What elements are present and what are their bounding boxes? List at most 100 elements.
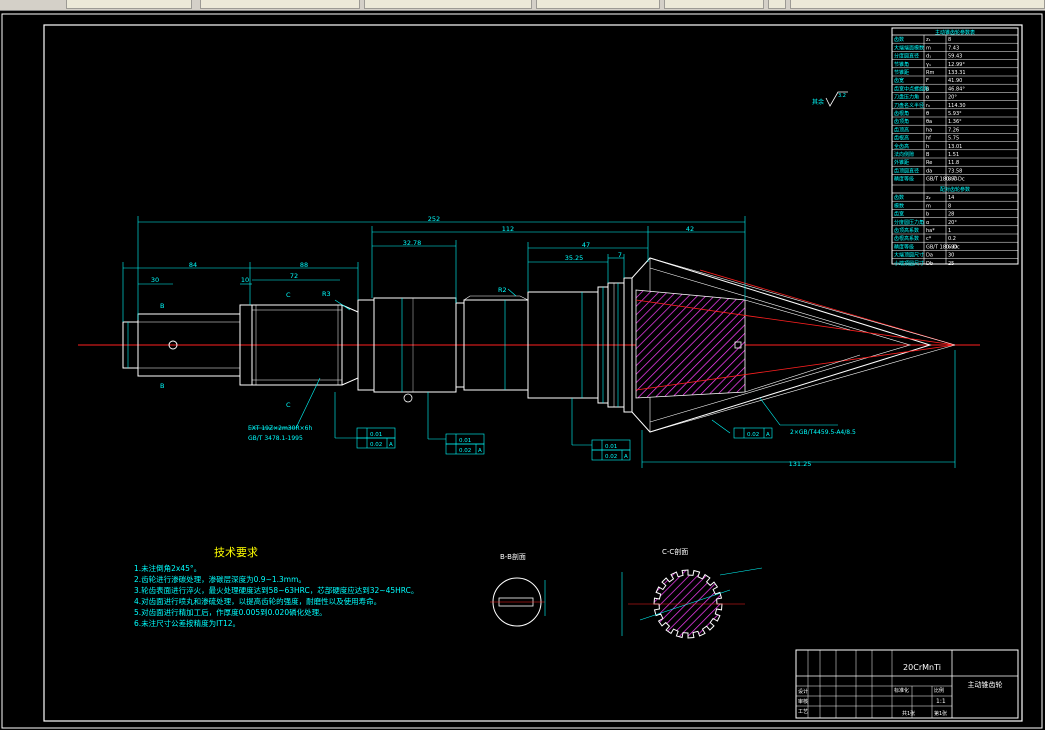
gear-tooth-section <box>635 289 746 399</box>
param1-cell: 12.99° <box>948 62 965 68</box>
svg-text:2.齿轮进行渗碳处理，渗碳层深度为0.9~1.3mm。: 2.齿轮进行渗碳处理，渗碳层深度为0.9~1.3mm。 <box>134 574 306 584</box>
svg-text:0.01: 0.01 <box>370 432 382 438</box>
svg-text:其余: 其余 <box>812 98 824 106</box>
svg-text:5.对齿面进行精加工后，作厚度0.005到0.020磷化处理: 5.对齿面进行精加工后，作厚度0.005到0.020磷化处理。 <box>134 607 327 617</box>
param2-cell: 6-Dc <box>948 244 960 250</box>
param1-cell: 46.84° <box>948 86 965 92</box>
svg-text:R2: R2 <box>498 286 507 294</box>
svg-text:1.未注倒角2x45°。: 1.未注倒角2x45°。 <box>134 563 201 573</box>
param2-cell: 0.2 <box>948 236 956 242</box>
material-label: 20CrMnTi <box>903 663 941 672</box>
drawing-canvas[interactable]: 主动锥齿轮参数表 配对齿轮参数 齿数 z₁ 8 大端端面模数 m 7.43 分度圆直径 d₁ 5… <box>0 11 1045 730</box>
toolbar <box>0 0 1045 11</box>
svg-text:A: A <box>766 432 770 438</box>
svg-text:A: A <box>624 454 628 460</box>
svg-text:第1张: 第1张 <box>934 710 947 717</box>
svg-text:72: 72 <box>290 272 298 280</box>
param1-cell: 7.43 <box>948 45 959 51</box>
svg-text:标准化: 标准化 <box>894 687 909 694</box>
svg-text:252: 252 <box>428 215 440 223</box>
svg-text:审核: 审核 <box>798 698 808 705</box>
section-cc: C-C剖面 <box>621 547 763 639</box>
param1-cell: 114.30 <box>948 103 966 109</box>
param2-cell: 齿顶高系数 <box>894 227 919 234</box>
param1-cell: F <box>926 78 929 84</box>
svg-text:10: 10 <box>241 276 249 284</box>
param2-cell: Db <box>926 261 933 267</box>
tolerance-values: 0.01 0.02 A 0.01 0.02 A 0.01 0.02 A 0.02… <box>370 432 770 460</box>
param2-cell: Da <box>926 253 933 259</box>
param1-cell: 1.36° <box>948 119 962 125</box>
param2-cell: 模数 <box>894 202 904 209</box>
tech-req-title: 技术要求 <box>214 546 258 559</box>
param2-cell: 齿宽 <box>894 211 904 218</box>
param1-cell: γ₁ <box>926 62 931 68</box>
param1-cell: 1.51 <box>948 152 959 158</box>
parameter-table: 主动锥齿轮参数表 配对齿轮参数 齿数 z₁ 8大端端面模数 m 7.43分度圆直径 d₁ 5… <box>891 27 1019 267</box>
toolbar-tab-1[interactable] <box>66 0 192 9</box>
svg-text:B-B剖面: B-B剖面 <box>500 552 526 561</box>
svg-text:2×GB/T4459.5-A4/8.5: 2×GB/T4459.5-A4/8.5 <box>790 429 856 436</box>
param1-cell: 齿顶角 <box>894 118 909 125</box>
datum-a-marker <box>403 393 413 403</box>
param1-cell: 133.31 <box>948 70 966 76</box>
param2-cell: c* <box>926 236 932 242</box>
param1-cell: θa <box>926 119 932 125</box>
param1-cell: 刀盘压力角 <box>894 94 919 101</box>
toolbar-tab-3[interactable] <box>364 0 532 9</box>
svg-text:3.轮齿表面进行淬火，最火处理硬度达到58~63HRC，芯部: 3.轮齿表面进行淬火，最火处理硬度达到58~63HRC，芯部硬度应达到32~45… <box>134 585 418 595</box>
svg-text:C: C <box>286 401 291 409</box>
param1-cell: β <box>926 86 929 92</box>
param2-cell: 30 <box>948 253 954 259</box>
param1-cell: 8 <box>948 37 951 43</box>
svg-text:C: C <box>286 291 291 299</box>
svg-text:B: B <box>160 382 164 390</box>
toolbar-tab-6[interactable] <box>768 0 786 9</box>
toolbar-tab-4[interactable] <box>536 0 660 9</box>
toolbar-tab-5[interactable] <box>664 0 764 9</box>
param1-cell: Rm <box>926 70 934 76</box>
svg-text:0.01: 0.01 <box>459 438 471 444</box>
param-table-header-1: 主动锥齿轮参数表 <box>935 29 975 36</box>
dimension-texts: 252 112 42 84 88 30 10 72 32.78 47 35.25… <box>151 215 856 468</box>
param2-cell: b <box>926 212 929 218</box>
param1-cell: m <box>926 45 931 51</box>
param2-cell: 大端顶圆尺寸 <box>894 252 924 259</box>
svg-text:42: 42 <box>686 225 694 233</box>
param1-cell: 法向侧隙 <box>894 151 914 158</box>
svg-text:0.01: 0.01 <box>605 444 617 450</box>
toolbar-tab-7[interactable] <box>790 0 1045 9</box>
param1-cell: 节锥角 <box>894 61 909 68</box>
svg-text:0.02: 0.02 <box>459 448 471 454</box>
svg-text:设计: 设计 <box>798 688 808 695</box>
param1-cell: 8-7-Dc <box>948 177 965 183</box>
toolbar-tab-2[interactable] <box>200 0 360 9</box>
part-name: 主动锥齿轮 <box>968 680 1003 689</box>
param2-cell: 25 <box>948 261 954 267</box>
param1-cell: Re <box>926 160 932 166</box>
param2-cell: 精度等级 <box>894 243 914 250</box>
param2-cell: 小端顶圆尺寸 <box>894 260 924 267</box>
svg-text:112: 112 <box>502 225 514 233</box>
param2-cell: 8 <box>948 203 951 209</box>
param2-cell: m <box>926 203 931 209</box>
svg-text:0.02: 0.02 <box>605 454 617 460</box>
param1-cell: da <box>926 168 932 174</box>
svg-text:7: 7 <box>618 251 622 259</box>
svg-text:131.25: 131.25 <box>789 460 812 468</box>
param1-cell: 全齿高 <box>894 143 909 150</box>
svg-text:EXT 19Z×2m30R×6h: EXT 19Z×2m30R×6h <box>248 425 312 432</box>
title-block: 20CrMnTi 主动锥齿轮 设计 审核 工艺 标准化 比例 1:1 共1张 第… <box>795 649 1019 719</box>
svg-text:3.2: 3.2 <box>838 93 846 99</box>
param2-cell: 14 <box>948 195 954 201</box>
svg-text:比例: 比例 <box>934 687 944 694</box>
param2-cell: 齿数 <box>894 194 904 201</box>
param1-cell: 齿宽 <box>894 77 904 84</box>
param1-cell: r₀ <box>926 103 930 109</box>
svg-text:32.78: 32.78 <box>403 239 422 247</box>
param1-cell: θ <box>926 111 929 117</box>
param1-cell: 20° <box>948 95 957 101</box>
param2-cell: 20° <box>948 220 957 226</box>
svg-text:0.02: 0.02 <box>370 442 382 448</box>
param1-cell: 齿根高 <box>894 135 909 142</box>
